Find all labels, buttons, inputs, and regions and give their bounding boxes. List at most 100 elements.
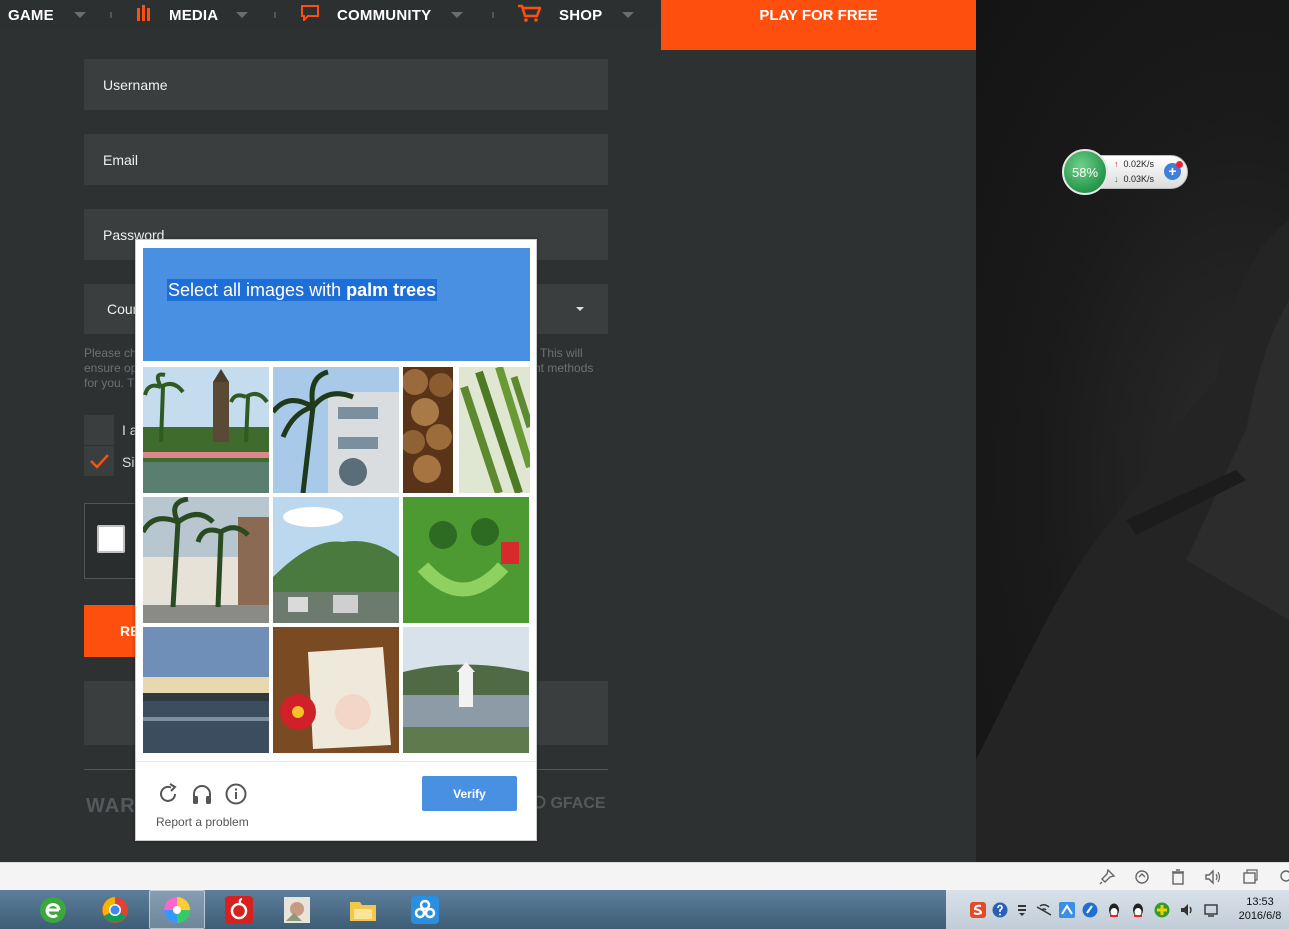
nav-media[interactable]: MEDIA bbox=[137, 0, 249, 30]
folder-icon bbox=[350, 901, 376, 921]
username-placeholder: Username bbox=[103, 76, 168, 93]
lake-tower-image bbox=[403, 627, 529, 753]
image-tile[interactable] bbox=[143, 497, 269, 623]
country-label: Cour bbox=[107, 301, 138, 317]
report-problem-link[interactable]: Report a problem bbox=[156, 815, 249, 829]
chevron-down-icon bbox=[451, 12, 464, 18]
hint-line: ensure op bbox=[84, 361, 138, 375]
qq-penguin-icon[interactable] bbox=[1130, 902, 1146, 918]
soldier-silhouette bbox=[976, 220, 1289, 862]
volume-icon[interactable] bbox=[1204, 868, 1222, 886]
hint-line: nt methods bbox=[534, 361, 594, 375]
image-tile[interactable] bbox=[143, 367, 269, 493]
browser-status-strip bbox=[0, 862, 1289, 890]
popup-divider bbox=[136, 761, 536, 762]
clock-time: 13:53 bbox=[1246, 896, 1274, 908]
refresh-icon[interactable] bbox=[1133, 868, 1151, 886]
nav-community-label: COMMUNITY bbox=[337, 6, 432, 24]
play-for-free-label: PLAY FOR FREE bbox=[759, 6, 878, 24]
hint-text-right: This will nt methods bbox=[534, 346, 593, 376]
taskbar-app-chrome[interactable] bbox=[87, 890, 143, 929]
challenge-header: Select all images with palm trees bbox=[143, 248, 530, 361]
image-tile[interactable] bbox=[273, 627, 399, 753]
nav-community[interactable]: COMMUNITY bbox=[301, 0, 464, 30]
taskbar-app-browser-360[interactable] bbox=[25, 890, 81, 929]
hint-line: Please ch bbox=[84, 346, 137, 360]
recaptcha-checkbox[interactable] bbox=[97, 525, 125, 553]
download-value: 0.03K/s bbox=[1123, 174, 1155, 184]
info-icon[interactable] bbox=[224, 782, 248, 806]
network-speed-widget[interactable]: 58% ↑ 0.02K/s ↓ 0.03K/s + bbox=[1062, 149, 1188, 195]
chevron-down-icon bbox=[622, 12, 635, 18]
network-disconnected-icon[interactable] bbox=[1036, 902, 1052, 918]
nav-media-label: MEDIA bbox=[169, 6, 219, 24]
headphones-icon[interactable] bbox=[190, 782, 214, 806]
subscribe-checkbox[interactable] bbox=[84, 446, 114, 476]
palm-building-image bbox=[273, 367, 399, 493]
chat-icon bbox=[301, 5, 319, 25]
bag-flowers-image bbox=[273, 627, 399, 753]
nav-game-label: GAME bbox=[8, 6, 54, 24]
username-field[interactable]: Username bbox=[84, 59, 608, 110]
tray-overflow-icon[interactable] bbox=[1014, 902, 1030, 918]
help-icon[interactable] bbox=[992, 902, 1008, 918]
image-grid bbox=[143, 367, 530, 754]
email-placeholder: Email bbox=[103, 151, 139, 168]
image-tile[interactable] bbox=[273, 497, 399, 623]
reload-icon[interactable] bbox=[156, 782, 180, 806]
trash-icon[interactable] bbox=[1169, 868, 1187, 886]
nav-game[interactable]: GAME bbox=[8, 0, 86, 30]
image-tile[interactable] bbox=[143, 627, 269, 753]
recaptcha-challenge-popup: Select all images with palm trees Report… bbox=[135, 239, 537, 841]
verify-button[interactable]: Verify bbox=[422, 776, 517, 811]
taskbar-app-image-viewer[interactable] bbox=[269, 890, 325, 929]
lake-sunset-image bbox=[143, 627, 269, 753]
ammo-icon bbox=[137, 5, 151, 25]
warface-logo-text: WAR bbox=[86, 795, 136, 817]
warface-logo: WAR bbox=[86, 795, 136, 818]
email-field[interactable]: Email bbox=[84, 134, 608, 185]
taskbar-app-file-explorer[interactable] bbox=[335, 890, 391, 929]
color-wheel-icon bbox=[164, 896, 190, 923]
system-clock[interactable]: 13:53 2016/6/8 bbox=[1232, 895, 1288, 923]
challenge-instructions: Select all images with palm trees bbox=[167, 279, 438, 301]
hint-line: for you. T bbox=[84, 376, 135, 390]
nav-divider bbox=[274, 12, 276, 18]
image-tile[interactable] bbox=[459, 367, 530, 493]
checkmark-icon bbox=[90, 454, 109, 469]
download-speed: ↓ 0.03K/s bbox=[1114, 174, 1154, 184]
cloud-app-icon bbox=[411, 895, 439, 924]
nav-shop[interactable]: SHOP bbox=[517, 0, 635, 30]
taskbar-app-photos[interactable] bbox=[149, 890, 205, 929]
image-tile[interactable] bbox=[403, 627, 529, 753]
play-for-free-button[interactable]: PLAY FOR FREE bbox=[661, 0, 976, 50]
asparagus-image bbox=[459, 367, 530, 493]
image-tile[interactable] bbox=[403, 367, 453, 493]
memory-usage-ball[interactable]: 58% bbox=[1062, 149, 1108, 195]
search-icon[interactable] bbox=[1278, 868, 1289, 886]
window-icon[interactable] bbox=[1241, 868, 1259, 886]
security-plus-icon[interactable] bbox=[1154, 902, 1170, 918]
taskbar-app-netease-music[interactable] bbox=[211, 890, 267, 929]
nuts-image bbox=[403, 367, 453, 493]
app-tray-icon-blue[interactable] bbox=[1059, 902, 1075, 918]
terms-checkbox[interactable] bbox=[84, 415, 114, 445]
app-tray-icon-circle[interactable] bbox=[1082, 902, 1098, 918]
cart-icon bbox=[517, 4, 542, 26]
lawn-smiley-image bbox=[403, 497, 529, 623]
download-arrow-icon: ↓ bbox=[1114, 174, 1119, 184]
upload-value: 0.02K/s bbox=[1123, 159, 1155, 169]
image-tile[interactable] bbox=[403, 497, 529, 623]
clock-date: 2016/6/8 bbox=[1238, 910, 1282, 922]
music-app-icon bbox=[225, 895, 253, 924]
taskbar-app-cloud[interactable] bbox=[397, 890, 453, 929]
image-tile[interactable] bbox=[273, 367, 399, 493]
nav-divider bbox=[110, 12, 112, 18]
sogou-input-icon[interactable] bbox=[970, 902, 986, 918]
memory-percent: 58% bbox=[1071, 164, 1099, 180]
pin-icon[interactable] bbox=[1098, 868, 1116, 886]
action-center-icon[interactable] bbox=[1203, 902, 1219, 918]
volume-icon[interactable] bbox=[1179, 902, 1195, 918]
qq-penguin-icon[interactable] bbox=[1106, 902, 1122, 918]
green-e-browser-icon bbox=[40, 896, 66, 923]
